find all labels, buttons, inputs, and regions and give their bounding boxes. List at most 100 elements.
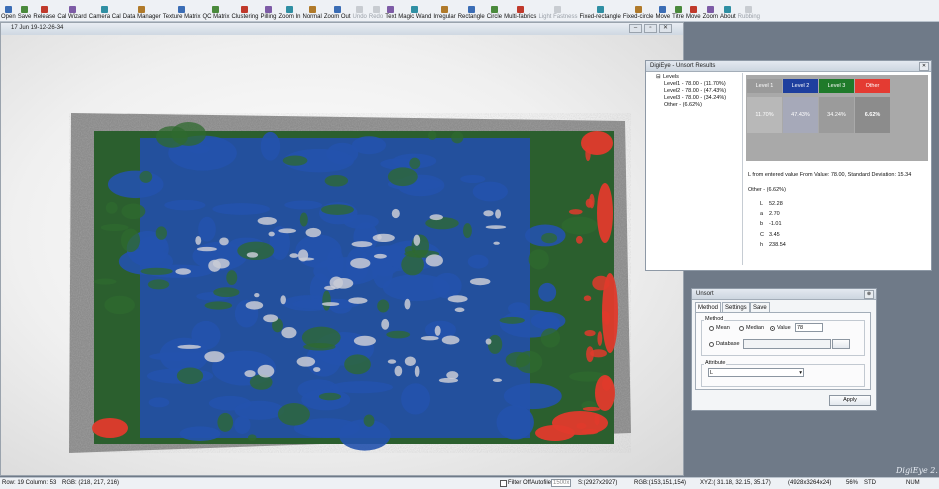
texture-blob (321, 302, 340, 307)
autofile-select[interactable]: 1500x (551, 479, 572, 487)
toolbar-redo-button[interactable]: Redo (368, 1, 384, 21)
toolbar-camera-cal-button[interactable]: Camera Cal (88, 1, 122, 21)
texture-blob (121, 203, 146, 220)
toolbar-label: Rubbing (737, 14, 761, 20)
close-icon[interactable]: ✕ (919, 62, 929, 71)
tree-item[interactable]: Level3 - 78.00 - (34.24%) (664, 95, 726, 101)
value-input[interactable]: 78 (795, 323, 823, 332)
toolbar-release-button[interactable]: Release (32, 1, 56, 21)
texture-blob (176, 367, 204, 385)
texture-blob (299, 212, 308, 227)
toolbar-pilling-button[interactable]: Pilling (259, 1, 277, 21)
texture-blob (568, 209, 583, 215)
toolbar-qc-matrix-button[interactable]: QC Matrix (201, 1, 230, 21)
texture-blob (516, 350, 543, 374)
apply-button[interactable]: Apply (829, 395, 871, 406)
toolbar-move-button[interactable]: Move (655, 1, 672, 21)
texture-blob (351, 241, 373, 248)
toolbar-cal-wizard-button[interactable]: Cal Wizard (56, 1, 87, 21)
texture-blob (296, 356, 316, 367)
maximize-button[interactable]: ▫ (644, 24, 657, 33)
toolbar-zoom-in-button[interactable]: Zoom In (278, 1, 302, 21)
toolbar-label: Text (385, 14, 397, 20)
texture-blob (257, 364, 275, 378)
toolbar-titre-button[interactable]: Titre (671, 1, 685, 21)
texture-blob (104, 295, 135, 315)
toolbar-open-button[interactable]: Open (0, 1, 17, 21)
level3-header[interactable]: Level 3 (819, 79, 854, 93)
toolbar-clustering-button[interactable]: Clustering (230, 1, 259, 21)
texture-blob (592, 275, 610, 291)
texture-blob (441, 335, 460, 345)
database-browse-button[interactable] (832, 339, 850, 349)
toolbar-normal-button[interactable]: Normal (302, 1, 323, 21)
tree-item[interactable]: Level1 - 78.00 - (11.70%) (664, 81, 726, 87)
texture-blob (298, 257, 315, 261)
release-icon (40, 6, 48, 13)
tree-item[interactable]: Other - (6.62%) (664, 102, 702, 108)
attribute-select[interactable]: L ▾ (708, 368, 804, 377)
toolbar-fixed-circle-button[interactable]: Fixed-circle (622, 1, 655, 21)
other-header[interactable]: Other (855, 79, 890, 93)
texture-blob (107, 170, 164, 199)
levels-tree[interactable]: ⊟ Levels Level1 - 78.00 - (11.70%) Level… (656, 73, 743, 265)
undo-icon (356, 6, 364, 13)
texture-blob (257, 216, 277, 225)
toolbar-save-button[interactable]: Save (17, 1, 33, 21)
tree-item[interactable]: Level2 - 78.00 - (47.43%) (664, 88, 726, 94)
texture-blob (495, 209, 502, 219)
texture-blob (446, 371, 459, 380)
filter-checkbox[interactable] (500, 480, 507, 487)
texture-blob (148, 397, 170, 408)
close-button[interactable]: ✕ (659, 24, 672, 33)
unsort-results-window: DigiEye - Unsort Results ✕ ⊟ Levels Leve… (645, 60, 932, 271)
tab-method[interactable]: Method (695, 302, 722, 312)
texture-blob (282, 155, 308, 166)
database-field[interactable] (743, 339, 831, 349)
texture-blob (377, 234, 382, 240)
toolbar-zoom-button[interactable]: Zoom (702, 1, 719, 21)
chevron-down-icon[interactable]: ▾ (799, 369, 802, 377)
toolbar-rubbing-button[interactable]: Rubbing (737, 1, 761, 21)
toolbar-about-button[interactable]: About (719, 1, 737, 21)
toolbar-label: Move (655, 14, 671, 20)
database-radio[interactable] (709, 342, 714, 347)
texture-blob (372, 233, 395, 243)
toolbar-label: Fixed-rectangle (579, 14, 621, 20)
toolbar-data-manager-button[interactable]: Data Manager (122, 1, 162, 21)
texture-blob (303, 343, 336, 351)
toolbar-text-button[interactable]: Text (384, 1, 397, 21)
tab-save[interactable]: Save (750, 302, 770, 312)
toolbar-texture-matrix-button[interactable]: Texture Matrix (162, 1, 202, 21)
texture-blob (212, 258, 230, 269)
toolbar-undo-button[interactable]: Undo (352, 1, 368, 21)
median-radio[interactable] (739, 326, 744, 331)
level2-header[interactable]: Level 2 (783, 79, 818, 93)
other-section-title: Other - (6.62%) (748, 187, 786, 193)
tree-root-expander[interactable]: ⊟ (656, 74, 661, 80)
toolbar-move-button[interactable]: Move (685, 1, 702, 21)
toolbar-fixed-rectangle-button[interactable]: Fixed-rectangle (578, 1, 621, 21)
value-radio[interactable] (770, 326, 775, 331)
toolbar-magic-wand-button[interactable]: Magic Wand (397, 1, 432, 21)
mean-radio[interactable] (709, 326, 714, 331)
texture-blob (322, 290, 331, 311)
texture-blob (535, 425, 575, 441)
tree-root[interactable]: Levels (663, 74, 679, 80)
texture-blob (454, 307, 465, 313)
level1-header[interactable]: Level 1 (747, 79, 782, 93)
toolbar-rectangle-button[interactable]: Rectangle (457, 1, 486, 21)
toolbar-zoom-out-button[interactable]: Zoom Out (323, 1, 352, 21)
magic-wand-icon (411, 6, 419, 13)
tab-settings[interactable]: Settings (722, 302, 750, 312)
collapse-icon[interactable]: ⊗ (864, 290, 874, 299)
toolbar-multi-fabrics-button[interactable]: Multi-fabrics (503, 1, 537, 21)
toolbar-circle-button[interactable]: Circle (486, 1, 503, 21)
autofile-label: Autofile (531, 480, 552, 486)
image-canvas[interactable] (1, 35, 683, 475)
level-swatch-grid: Level 1 Level 2 Level 3 Other 11.70% 47.… (746, 75, 928, 161)
fabric-classification-image[interactable] (65, 93, 631, 455)
minimize-button[interactable]: – (629, 24, 642, 33)
toolbar-light-fastness-button[interactable]: Light Fastness (537, 1, 578, 21)
toolbar-irregular-button[interactable]: Irregular (432, 1, 456, 21)
